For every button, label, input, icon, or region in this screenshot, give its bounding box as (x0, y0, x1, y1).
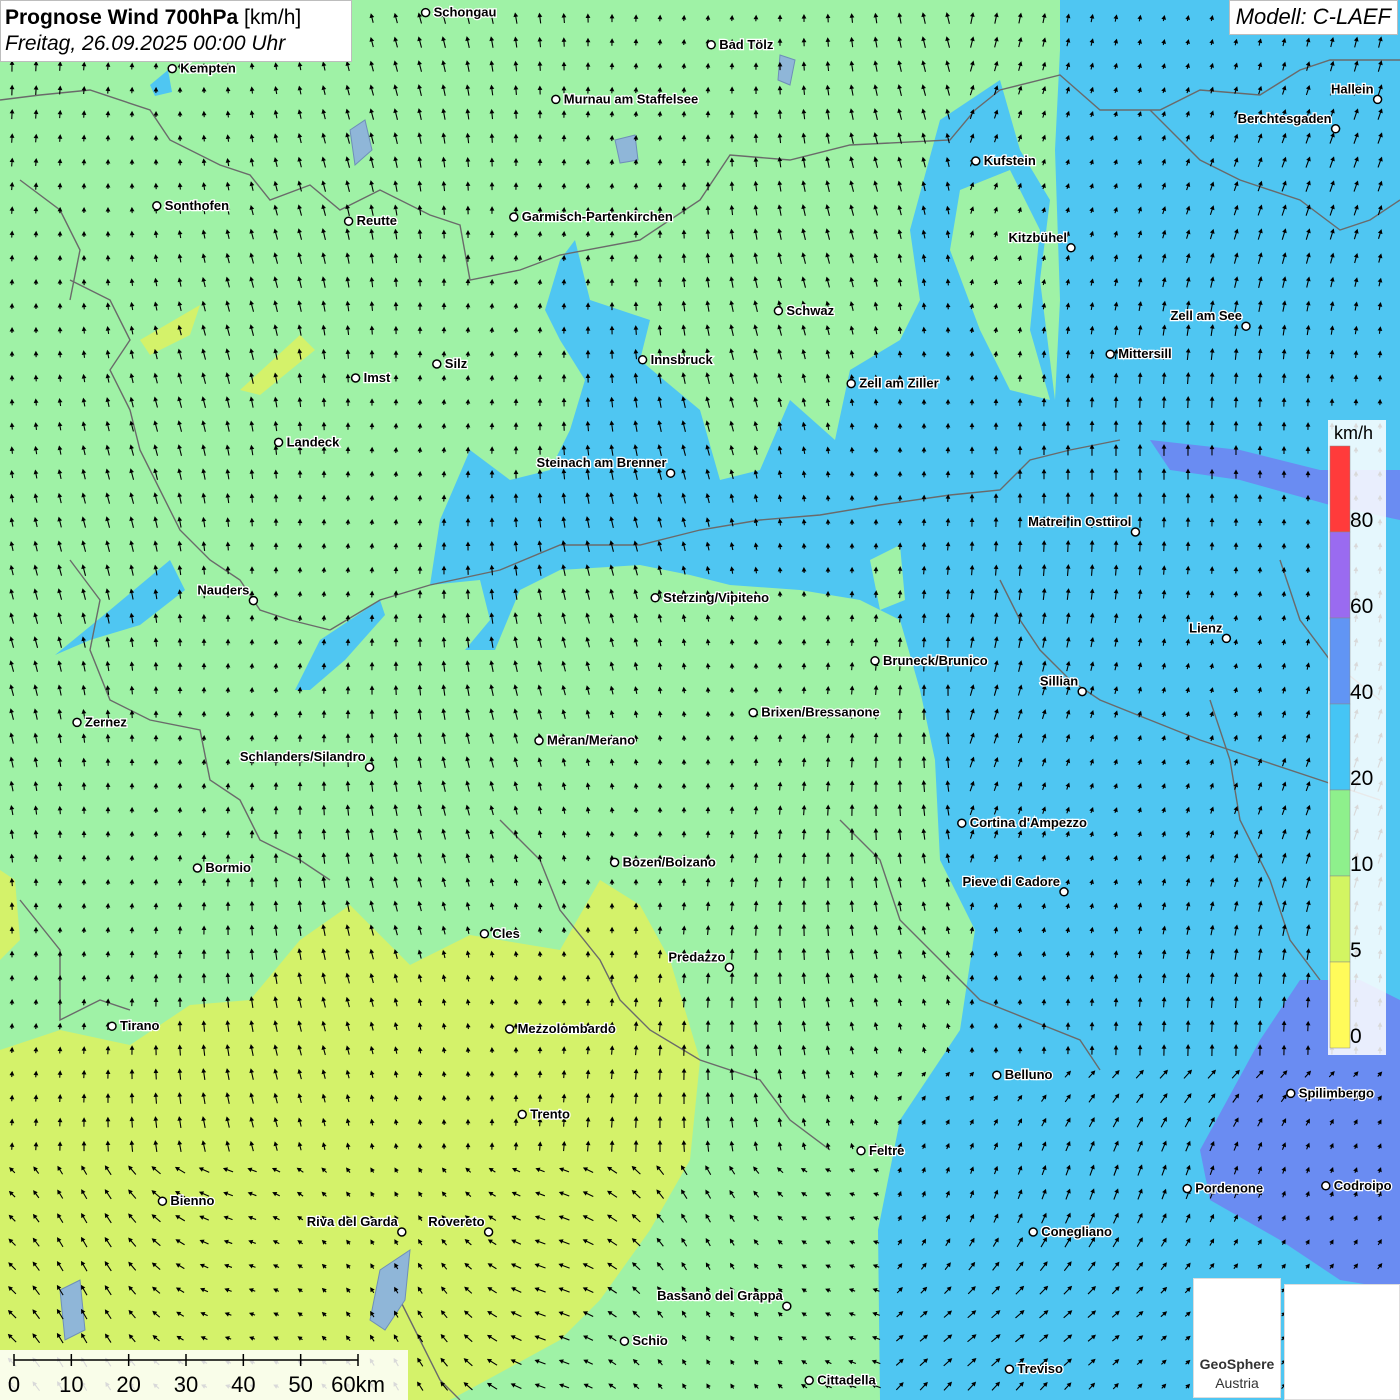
place-label: Nauders (197, 583, 249, 598)
place-marker: Mezzolombardo (504, 1020, 617, 1037)
place-label: Riva del Garda (307, 1214, 399, 1229)
place-label: Pieve di Cadore (962, 874, 1060, 889)
place-label: Brixen/Bressanone (761, 705, 880, 720)
place-label: Silz (445, 356, 468, 371)
place-label: Bozen/Bolzano (623, 854, 716, 869)
place-label: Bad Tölz (719, 37, 774, 52)
place-label: Schwaz (786, 303, 834, 318)
place-label: Imst (364, 370, 391, 385)
geosphere-logo[interactable]: GeoSphere Austria (1193, 1278, 1281, 1398)
wind-map[interactable]: Schongau Bad Tölz Kempten Murnau am Staffel… (0, 0, 1400, 1400)
place-label: Feltre (869, 1143, 904, 1158)
place-label: Zell am Ziller (859, 376, 938, 391)
place-label: Treviso (1017, 1361, 1063, 1376)
place-label: Kempten (180, 61, 236, 76)
place-label: Predazzo (668, 949, 725, 964)
place-label: Murnau am Staffelsee (564, 91, 698, 106)
place-label: Garmisch-Partenkirchen (522, 209, 673, 224)
place-label: Rovereto (428, 1214, 484, 1229)
place-marker: Murnau am Staffelsee (551, 90, 699, 108)
place-label: Cortina d'Ampezzo (970, 815, 1087, 830)
place-label: Belluno (1005, 1067, 1053, 1082)
place-label: Conegliano (1041, 1224, 1112, 1239)
place-label: Schongau (434, 5, 497, 20)
place-label: Kufstein (984, 153, 1036, 168)
legend-panel (1328, 420, 1386, 1055)
place-label: Sillian (1040, 674, 1078, 689)
place-marker: Brixen/Bressanone (748, 703, 881, 721)
place-label: Bienno (170, 1193, 214, 1208)
place-marker: Cortina d'Ampezzo (957, 814, 1088, 831)
partner-logo[interactable] (1284, 1284, 1400, 1400)
place-marker: Spilimbergo (1286, 1084, 1375, 1102)
place-label: Mittersill (1118, 346, 1171, 361)
place-label: Mezzolombardo (518, 1021, 616, 1036)
place-marker: Meran/Merano (534, 731, 636, 749)
place-marker: Innsbruck (637, 351, 715, 368)
place-label: Landeck (287, 434, 341, 449)
title-box: Prognose Wind 700hPa [km/h] Freitag, 26.… (0, 0, 352, 62)
place-label: Kitzbühel (1009, 230, 1068, 245)
logo-text-line1: GeoSphere (1199, 1356, 1275, 1372)
place-label: Sonthofen (165, 198, 229, 213)
place-marker: Sonthofen (152, 197, 230, 214)
place-label: Cles (492, 926, 519, 941)
place-marker: Conegliano (1028, 1223, 1113, 1240)
place-label: Bassano del Grappa (657, 1288, 783, 1303)
place-label: Tirano (120, 1018, 160, 1033)
place-marker: Bruneck/Brunico (870, 652, 989, 669)
place-label: Berchtesgaden (1238, 111, 1332, 126)
place-marker: Pordenone (1182, 1179, 1264, 1197)
place-label: Matrei in Osttirol (1028, 514, 1131, 529)
place-label: Zell am See (1170, 308, 1242, 323)
place-label: Spilimbergo (1299, 1085, 1374, 1100)
place-marker: Schongau (420, 3, 498, 21)
place-label: Hallein (1331, 81, 1374, 96)
place-label: Schlanders/Silandro (240, 749, 366, 764)
place-label: Bormio (205, 860, 251, 875)
place-label: Codroipo (1334, 1178, 1392, 1193)
place-label: Bruneck/Brunico (883, 653, 988, 668)
place-label: Schio (632, 1333, 667, 1348)
place-label: Zernez (85, 714, 127, 729)
map-title: Prognose Wind 700hPa [km/h] (5, 6, 302, 29)
place-label: Steinach am Brenner (537, 455, 667, 470)
logo-text-line2: Austria (1215, 1375, 1259, 1391)
place-label: Sterzing/Vipiteno (663, 590, 769, 605)
map-subtitle: Freitag, 26.09.2025 00:00 Uhr (5, 32, 286, 55)
place-label: Lienz (1189, 620, 1223, 635)
place-label: Pordenone (1195, 1181, 1263, 1196)
scale-panel (0, 1350, 408, 1400)
place-marker: Zell am Ziller (846, 374, 940, 392)
model-label: Modell: C-LAEF (1228, 0, 1398, 35)
place-marker: Bozen/Bolzano (609, 853, 717, 871)
place-label: Reutte (357, 213, 397, 228)
place-label: Innsbruck (651, 352, 714, 367)
place-label: Meran/Merano (547, 733, 635, 748)
place-marker: Sterzing/Vipiteno (650, 589, 770, 606)
place-label: Trento (530, 1106, 570, 1121)
place-label: Cittadella (817, 1372, 876, 1387)
place-marker: Garmisch-Partenkirchen (509, 208, 674, 225)
legend-unit: km/h (1334, 423, 1374, 443)
